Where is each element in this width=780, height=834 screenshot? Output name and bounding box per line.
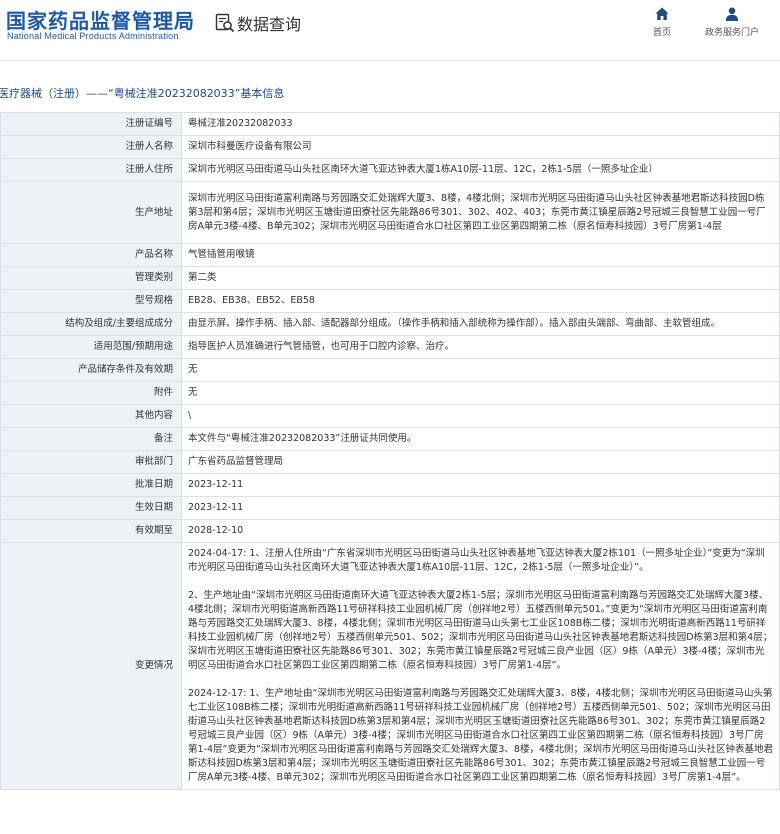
site-logo-cn[interactable]: 国家药品监督管理局 (6, 5, 195, 34)
table-row: 审批部门 广东省药品监督管理局 (0, 450, 780, 474)
nav-service-portal[interactable]: 政务服务门户 (700, 6, 764, 38)
field-label: 其他内容 (0, 404, 182, 428)
section-title: 数据查询 (237, 15, 302, 34)
change-history-value: 2024-04-17: 1、注册人住所由“广东省深圳市光明区马田街道马山头社区钟… (181, 542, 780, 790)
field-value: 无 (181, 358, 780, 382)
table-row: 注册人名称 深圳市科曼医疗设备有限公司 (0, 135, 780, 159)
table-row: 其他内容 \ (0, 404, 780, 428)
field-label: 备注 (0, 427, 182, 451)
field-value: 2023-12-11 (181, 473, 780, 497)
field-value: EB28、EB38、EB52、EB58 (181, 289, 780, 313)
registration-detail-table: 注册证编号 粤械注准20232082033 注册人名称 深圳市科曼医疗设备有限公司 注册… (0, 112, 780, 790)
field-label: 注册人名称 (0, 135, 182, 159)
change-entry: 2024-04-17: 1、注册人住所由“广东省深圳市光明区马田街道马山头社区钟… (188, 548, 765, 573)
home-icon (655, 7, 669, 20)
field-value: 粤械注准20232082033 (181, 112, 780, 136)
field-value: 深圳市光明区马田街道马山头社区南环大道飞亚达钟表大厦1栋A10层-11层、12C… (181, 158, 780, 182)
field-label: 审批部门 (0, 450, 182, 474)
field-label: 产品储存条件及有效期 (0, 358, 182, 382)
nav-service-portal-label: 政务服务门户 (704, 28, 759, 38)
table-row: 生效日期 2023-12-11 (0, 496, 780, 520)
field-label: 管理类别 (0, 266, 182, 290)
field-label: 变更情况 (0, 542, 182, 790)
field-label: 产品名称 (0, 243, 182, 267)
table-row: 适用范围/预期用途 指导医护人员准确进行气管插管，也可用于口腔内诊察、治疗。 (0, 335, 780, 359)
site-header: 国家药品监督管理局 National Medical Products Admi… (0, 0, 780, 61)
table-row: 注册人住所 深圳市光明区马田街道马山头社区南环大道飞亚达钟表大厦1栋A10层-11… (0, 158, 780, 182)
field-label: 批准日期 (0, 473, 182, 497)
table-row: 型号规格 EB28、EB38、EB52、EB58 (0, 289, 780, 313)
field-value: 广东省药品监督管理局 (181, 450, 780, 474)
change-entry: 2、生产地址由“深圳市光明区马田街道南环大道飞亚达钟表大厦2栋1-5层；深圳市光… (188, 590, 773, 671)
table-row: 结构及组成/主要组成成分 由显示屏、操作手柄、插入部、适配器部分组成。（操作手柄和… (0, 312, 780, 336)
table-row: 备注 本文件与“粤械注准20232082033”注册证共同使用。 (0, 427, 780, 451)
field-value: 气管插管用喉镜 (181, 243, 780, 267)
table-row: 产品储存条件及有效期无 (0, 358, 780, 382)
field-value: 由显示屏、操作手柄、插入部、适配器部分组成。（操作手柄和插入部统称为操作部）。插… (181, 312, 780, 336)
field-label: 附件 (0, 381, 182, 405)
table-row-change: 变更情况 2024-04-17: 1、注册人住所由“广东省深圳市光明区马田街道马山… (0, 542, 780, 790)
field-label: 结构及组成/主要组成成分 (0, 312, 182, 336)
data-query-icon (215, 13, 235, 33)
table-row: 有效期至 2028-12-10 (0, 519, 780, 543)
field-label: 注册证编号 (0, 112, 182, 136)
field-label: 有效期至 (0, 519, 182, 543)
table-row: 附件无 (0, 381, 780, 405)
header-spacer (0, 61, 780, 81)
field-value: 指导医护人员准确进行气管插管，也可用于口腔内诊察、治疗。 (181, 335, 780, 359)
field-value: 2023-12-11 (181, 496, 780, 520)
breadcrumb: 医疗器械（注册）——“粤械注准20232082033”基本信息 (0, 81, 780, 107)
table-row: 产品名称 气管插管用喉镜 (0, 243, 780, 267)
detail-table-body: 注册证编号 粤械注准20232082033 注册人名称 深圳市科曼医疗设备有限公司 注册… (0, 112, 780, 790)
nav-home-label: 首页 (652, 28, 671, 38)
site-logo-en[interactable]: National Medical Products Administration (7, 31, 179, 41)
field-label: 适用范围/预期用途 (0, 335, 182, 359)
field-label: 型号规格 (0, 289, 182, 313)
breadcrumb-text: 医疗器械（注册）——“粤械注准20232082033”基本信息 (0, 87, 285, 100)
field-value: \ (181, 404, 780, 428)
field-label: 生产地址 (0, 181, 182, 244)
table-row: 批准日期 2023-12-11 (0, 473, 780, 497)
nav-home[interactable]: 首页 (648, 6, 676, 38)
field-label: 注册人住所 (0, 158, 182, 182)
change-entry: 2024-12-17: 1、生产地址由“深圳市光明区马田街道富利南路与芳园路交汇… (188, 688, 773, 783)
table-row: 生产地址 深圳市光明区马田街道富利南路与芳园路交汇处瑞辉大厦3、8楼，4楼北侧；深… (0, 181, 780, 244)
field-value: 深圳市光明区马田街道富利南路与芳园路交汇处瑞辉大厦3、8楼，4楼北侧；深圳市光明… (181, 181, 780, 244)
field-value: 本文件与“粤械注准20232082033”注册证共同使用。 (181, 427, 780, 451)
user-icon (725, 7, 739, 21)
field-value: 第二类 (181, 266, 780, 290)
field-label: 生效日期 (0, 496, 182, 520)
field-value: 2028-12-10 (181, 519, 780, 543)
table-row: 注册证编号 粤械注准20232082033 (0, 112, 780, 136)
field-value: 深圳市科曼医疗设备有限公司 (181, 135, 780, 159)
field-value: 无 (181, 381, 780, 405)
table-row: 管理类别 第二类 (0, 266, 780, 290)
